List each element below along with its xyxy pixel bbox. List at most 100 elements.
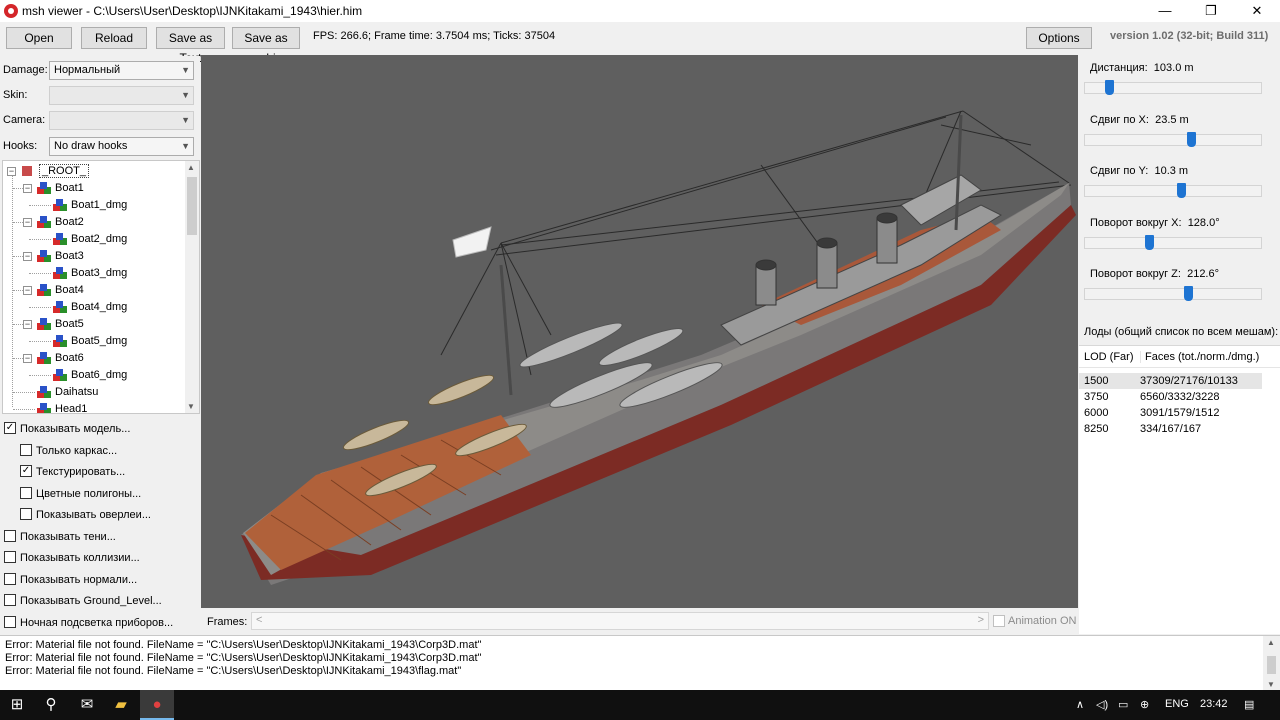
skin-select[interactable]: ▼: [49, 86, 194, 105]
hooks-select[interactable]: No draw hooks ▼: [49, 137, 194, 156]
checkbox[interactable]: ✓: [4, 422, 16, 435]
slider-track[interactable]: [1084, 131, 1262, 147]
tree-item-boat2_dmg[interactable]: Boat2_dmg: [53, 231, 127, 247]
reload-button[interactable]: Reload: [81, 27, 147, 49]
notifications-icon[interactable]: ▤: [1244, 698, 1254, 711]
animation-toggle[interactable]: Animation ON: [993, 615, 1076, 628]
slider-label: Поворот вокруг X: 128.0°: [1090, 217, 1220, 229]
globe-icon[interactable]: ⊕: [1140, 698, 1149, 711]
maximize-button[interactable]: ❐: [1188, 0, 1234, 22]
volume-icon[interactable]: ◁): [1096, 698, 1108, 711]
tree-item-root[interactable]: _ROOT_: [21, 163, 90, 179]
tree-item-head1[interactable]: Head1: [37, 401, 87, 413]
lod-row[interactable]: 3750 6560/3332/3228: [1079, 389, 1262, 405]
collapse-node-icon[interactable]: −: [23, 184, 32, 193]
collapse-node-icon[interactable]: −: [23, 218, 32, 227]
minimize-button[interactable]: —: [1142, 0, 1188, 22]
camera-select[interactable]: ▼: [49, 111, 194, 130]
slider-track[interactable]: [1084, 286, 1262, 301]
checkbox[interactable]: [4, 551, 16, 564]
checkbox[interactable]: [20, 486, 32, 499]
checkbox[interactable]: ✓: [20, 465, 32, 478]
tree-item-boat1_dmg[interactable]: Boat1_dmg: [53, 197, 127, 213]
checkbox[interactable]: [4, 615, 16, 628]
checkbox[interactable]: [4, 572, 16, 585]
slider-thumb[interactable]: [1105, 80, 1114, 95]
log-scrollbar[interactable]: ▲ ▼: [1263, 636, 1280, 691]
tree-item-boat3_dmg[interactable]: Boat3_dmg: [53, 265, 127, 281]
tree-item-boat5_dmg[interactable]: Boat5_dmg: [53, 333, 127, 349]
scroll-thumb[interactable]: [187, 177, 197, 235]
slider-track[interactable]: [1084, 183, 1262, 198]
slider-thumb[interactable]: [1145, 234, 1154, 250]
tree-scrollbar[interactable]: ▲ ▼: [185, 161, 199, 413]
checkbox[interactable]: [20, 443, 32, 456]
damage-label: Damage:: [3, 64, 48, 76]
save-as-text-button[interactable]: Save as Text: [156, 27, 225, 65]
tree-item-boat6_dmg[interactable]: Boat6_dmg: [53, 367, 127, 383]
slider-track[interactable]: [1084, 234, 1262, 250]
tray-chevron-icon[interactable]: ∧: [1076, 698, 1084, 711]
slider-thumb[interactable]: [1184, 286, 1193, 301]
collapse-root-icon[interactable]: −: [7, 167, 16, 176]
slider-thumb[interactable]: [1177, 183, 1186, 198]
tree-item-boat4_dmg[interactable]: Boat4_dmg: [53, 299, 127, 315]
damage-select[interactable]: Нормальный ▼: [49, 61, 194, 80]
network-icon[interactable]: ▭: [1118, 698, 1128, 711]
checkbox[interactable]: [20, 508, 32, 521]
lod-row[interactable]: 6000 3091/1579/1512: [1079, 405, 1262, 421]
tree-item-boat3[interactable]: Boat3: [37, 248, 84, 264]
mail-icon[interactable]: ✉: [70, 690, 104, 720]
frames-slider[interactable]: < >: [251, 612, 989, 630]
checkbox-option-0[interactable]: ✓ Показывать модель...: [4, 422, 130, 440]
checkbox-option-7[interactable]: Показывать нормали...: [4, 572, 137, 591]
close-button[interactable]: ✕: [1234, 0, 1280, 22]
lod-row[interactable]: 1500 37309/27176/10133: [1079, 373, 1262, 389]
checkbox-option-9[interactable]: Ночная подсветка приборов...: [4, 615, 173, 634]
checkbox-option-1[interactable]: Только каркас...: [20, 443, 117, 462]
checkbox-option-2[interactable]: ✓ Текстурировать...: [20, 465, 125, 483]
tree-item-label: Boat5_dmg: [71, 335, 128, 347]
scroll-up-icon[interactable]: ▲: [187, 163, 195, 172]
hierarchy-tree[interactable]: − _ROOT_ ▲ ▼ − Boat1 Boat1_dmg − Boat2 Boat2_…: [2, 160, 200, 414]
folder-icon[interactable]: ▰: [104, 690, 138, 720]
collapse-node-icon[interactable]: −: [23, 354, 32, 363]
clock[interactable]: 23:42: [1200, 698, 1228, 710]
tree-item-boat5[interactable]: Boat5: [37, 316, 84, 332]
scroll-thumb[interactable]: [1267, 656, 1276, 674]
animation-checkbox[interactable]: [993, 615, 1005, 628]
checkbox-option-6[interactable]: Показывать коллизии...: [4, 551, 140, 569]
tree-item-boat2[interactable]: Boat2: [37, 214, 84, 230]
3d-viewport[interactable]: [201, 55, 1078, 608]
tree-item-boat4[interactable]: Boat4: [37, 282, 84, 298]
checkbox-option-3[interactable]: Цветные полигоны...: [20, 486, 141, 505]
language-indicator[interactable]: ENG: [1165, 698, 1189, 710]
slider-thumb[interactable]: [1187, 131, 1196, 147]
scroll-down-icon[interactable]: ▼: [1267, 680, 1275, 689]
checkbox-option-5[interactable]: Показывать тени...: [4, 529, 116, 548]
tree-item-label: Daihatsu: [55, 386, 99, 398]
collapse-node-icon[interactable]: −: [23, 286, 32, 295]
checkbox[interactable]: [4, 594, 16, 607]
collapse-node-icon[interactable]: −: [23, 320, 32, 329]
scroll-up-icon[interactable]: ▲: [1267, 638, 1275, 647]
msh-viewer-taskbar-icon[interactable]: ●: [140, 690, 174, 720]
tree-item-daihatsu[interactable]: Daihatsu: [37, 384, 98, 400]
collapse-node-icon[interactable]: −: [23, 252, 32, 261]
checkbox[interactable]: [4, 529, 16, 542]
scroll-down-icon[interactable]: ▼: [187, 402, 195, 411]
lod-table[interactable]: LOD (Far) Faces (tot./norm./dmg.) 1500 37…: [1079, 345, 1280, 634]
slider-track[interactable]: [1084, 80, 1262, 95]
lod-row[interactable]: 8250 334/167/167: [1079, 421, 1262, 437]
open-button[interactable]: Open: [6, 27, 72, 49]
checkbox-option-4[interactable]: Показывать оверлеи...: [20, 508, 151, 526]
save-as-obj-button[interactable]: Save as .obj: [232, 27, 300, 65]
windows-start-icon[interactable]: ⊞: [0, 690, 34, 720]
options-button[interactable]: Options: [1026, 27, 1092, 49]
tree-item-boat1[interactable]: Boat1: [37, 180, 84, 196]
checkbox-option-8[interactable]: Показывать Ground_Level...: [4, 594, 162, 612]
chevron-right-icon[interactable]: >: [978, 614, 984, 626]
tree-item-boat6[interactable]: Boat6: [37, 350, 84, 366]
chevron-left-icon[interactable]: <: [256, 614, 262, 626]
search-icon[interactable]: ⚲: [34, 690, 68, 720]
